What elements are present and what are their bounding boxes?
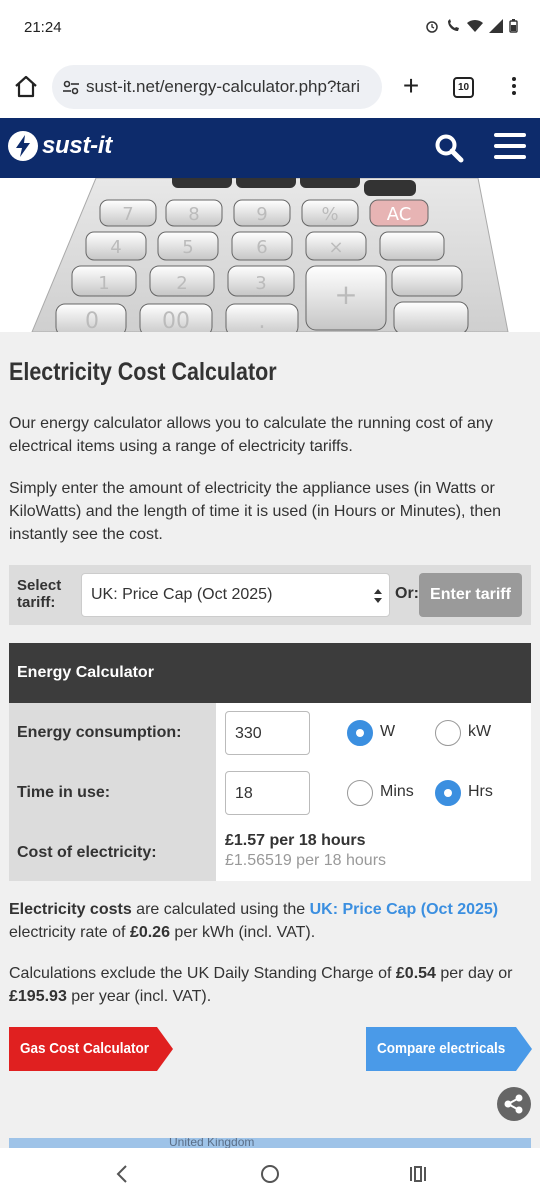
new-tab-icon[interactable]: +	[397, 72, 425, 101]
battery-icon	[509, 19, 518, 33]
time-row: Time in use: 18 Mins Hrs	[9, 763, 531, 823]
hours-label: Hrs	[468, 783, 493, 800]
recents-icon[interactable]	[408, 1164, 428, 1184]
time-label: Time in use:	[9, 763, 216, 823]
hero-calculator-image: 7 8 9 % AC 4 5 6 × 1 2 3 + 0 00 .	[0, 178, 540, 332]
cost-label: Cost of electricity:	[9, 823, 216, 881]
time-input[interactable]: 18	[225, 771, 310, 815]
hero-key-label: 00	[162, 309, 190, 332]
home-icon[interactable]	[12, 73, 40, 101]
browser-toolbar: sust-it.net/energy-calculator.php?tari +…	[0, 56, 540, 118]
url-text[interactable]: sust-it.net/energy-calculator.php?tari	[86, 77, 374, 97]
cost-row: Cost of electricity: £1.57 per 18 hours …	[9, 823, 531, 881]
hero-key-label: 6	[256, 237, 267, 258]
cost-precise: £1.56519 per 18 hours	[225, 852, 387, 869]
tariff-selector-row: Select tariff: UK: Price Cap (Oct 2025) …	[9, 565, 531, 625]
hero-key-label: 4	[110, 237, 121, 258]
browser-menu-icon[interactable]	[504, 74, 524, 100]
main-content: Electricity Cost Calculator Our energy c…	[0, 332, 540, 1148]
consumption-row: Energy consumption: 330 W kW	[9, 703, 531, 763]
instructions-paragraph: Simply enter the amount of electricity t…	[9, 480, 502, 543]
wifi-icon	[467, 19, 483, 32]
compare-electricals-button[interactable]: Compare electricals	[366, 1027, 532, 1071]
back-icon[interactable]	[114, 1164, 130, 1184]
share-icon[interactable]	[497, 1087, 531, 1121]
tariff-select[interactable]: UK: Price Cap (Oct 2025)	[81, 573, 390, 617]
address-bar[interactable]: sust-it.net/energy-calculator.php?tari	[52, 65, 382, 109]
kilowatts-radio[interactable]	[435, 720, 461, 746]
hero-key-label: AC	[387, 204, 412, 225]
map-label: United Kingdom	[169, 1138, 255, 1148]
hero-key-label: +	[334, 278, 357, 311]
tariff-link[interactable]: UK: Price Cap (Oct 2025)	[310, 901, 499, 918]
hero-key-label: 9	[256, 204, 267, 225]
hero-key-label: ×	[328, 237, 343, 258]
site-header: sust-it	[0, 118, 540, 178]
map-preview[interactable]: United Kingdom	[9, 1138, 531, 1148]
or-label: Or:	[395, 585, 419, 602]
hero-key-label: .	[259, 309, 266, 332]
hero-key-label: 1	[98, 273, 109, 294]
status-icons	[425, 19, 518, 33]
search-icon[interactable]	[433, 132, 465, 164]
site-logo[interactable]: sust-it	[8, 131, 112, 161]
rate-info-paragraph: Electricity costs are calculated using t…	[9, 901, 499, 941]
tab-switcher-button[interactable]: 10	[453, 77, 474, 98]
cost-result: £1.57 per 18 hours	[225, 832, 366, 849]
watts-radio[interactable]	[347, 720, 373, 746]
hero-key-label: 3	[255, 273, 266, 294]
calculator-illustration: 7 8 9 % AC 4 5 6 × 1 2 3 + 0 00 .	[31, 178, 509, 332]
kilowatts-label: kW	[468, 723, 492, 740]
lightning-bolt-icon	[8, 131, 38, 161]
watts-label: W	[380, 723, 396, 740]
status-time: 21:24	[24, 19, 62, 36]
home-nav-icon[interactable]	[260, 1164, 280, 1184]
tariff-label: Select tariff:	[17, 577, 62, 611]
consumption-label: Energy consumption:	[9, 703, 216, 763]
hero-key-label: 7	[122, 204, 133, 225]
hero-key-label: 5	[182, 237, 193, 258]
hero-key-label: %	[321, 204, 338, 225]
minutes-label: Mins	[380, 783, 414, 800]
consumption-input[interactable]: 330	[225, 711, 310, 755]
brand-name: sust-it	[42, 132, 112, 159]
hero-key-label: 8	[188, 204, 199, 225]
system-nav-bar	[0, 1148, 540, 1200]
hours-radio[interactable]	[435, 780, 461, 806]
intro-paragraph: Our energy calculator allows you to calc…	[9, 415, 493, 455]
select-arrows-icon	[374, 589, 382, 603]
gas-cost-calculator-button[interactable]: Gas Cost Calculator	[9, 1027, 173, 1071]
hero-key-label: 2	[176, 273, 187, 294]
site-settings-icon[interactable]	[62, 78, 80, 96]
enter-tariff-button[interactable]: Enter tariff	[419, 573, 522, 617]
page-title: Electricity Cost Calculator	[9, 358, 277, 386]
signal-icon	[489, 19, 503, 33]
hamburger-menu-icon[interactable]	[494, 133, 526, 163]
status-bar: 21:24	[0, 0, 540, 56]
energy-calculator-table: Energy Calculator Energy consumption: 33…	[9, 643, 531, 881]
tariff-selected-value: UK: Price Cap (Oct 2025)	[91, 586, 273, 603]
standing-charge-paragraph: Calculations exclude the UK Daily Standi…	[9, 965, 513, 1005]
minutes-radio[interactable]	[347, 780, 373, 806]
calculator-heading: Energy Calculator	[9, 643, 531, 703]
hero-key-label: 0	[85, 309, 99, 332]
wifi-call-icon	[448, 19, 459, 31]
alarm-icon	[426, 21, 438, 33]
